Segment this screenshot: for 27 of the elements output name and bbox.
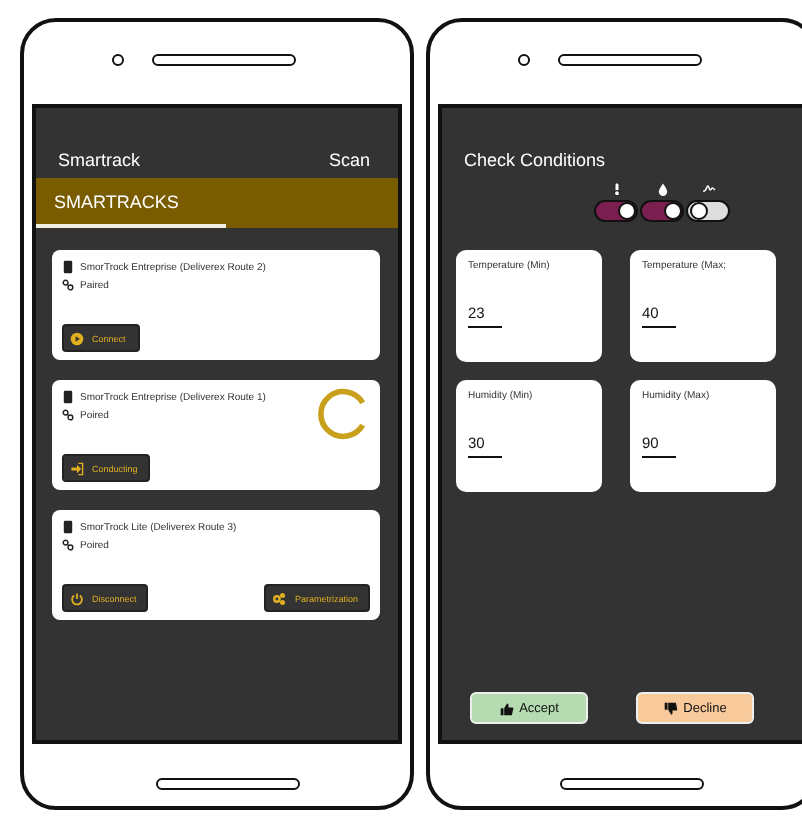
speaker-slot — [558, 53, 702, 65]
thumbs-down-icon — [663, 701, 678, 715]
camera-dot — [112, 53, 124, 65]
home-bar — [155, 778, 299, 790]
camera-dot — [518, 53, 530, 65]
sign-in-icon — [70, 461, 84, 475]
power-icon — [70, 591, 84, 605]
speaker-slot — [152, 53, 296, 65]
device-icon — [62, 520, 74, 534]
home-bar — [560, 778, 704, 790]
gears-icon — [272, 591, 287, 605]
wave-icon — [701, 182, 715, 196]
screen-title: Check Conditions — [464, 150, 606, 170]
toggle-switch[interactable] — [640, 200, 684, 222]
device-icon — [62, 390, 74, 404]
tab[interactable]: SMARTRACKS — [36, 178, 226, 228]
drop-icon — [655, 182, 669, 196]
toggle-switch[interactable] — [594, 200, 638, 222]
link-icon — [62, 538, 74, 552]
play-icon — [70, 331, 84, 345]
link-icon — [62, 408, 74, 422]
thumbs-up-icon — [499, 701, 514, 715]
toggle-switch[interactable] — [686, 200, 730, 222]
scan-button[interactable]: Scan — [328, 150, 370, 170]
device-icon — [62, 260, 74, 274]
app-title: Smartrack — [58, 150, 141, 170]
link-icon — [62, 278, 74, 292]
